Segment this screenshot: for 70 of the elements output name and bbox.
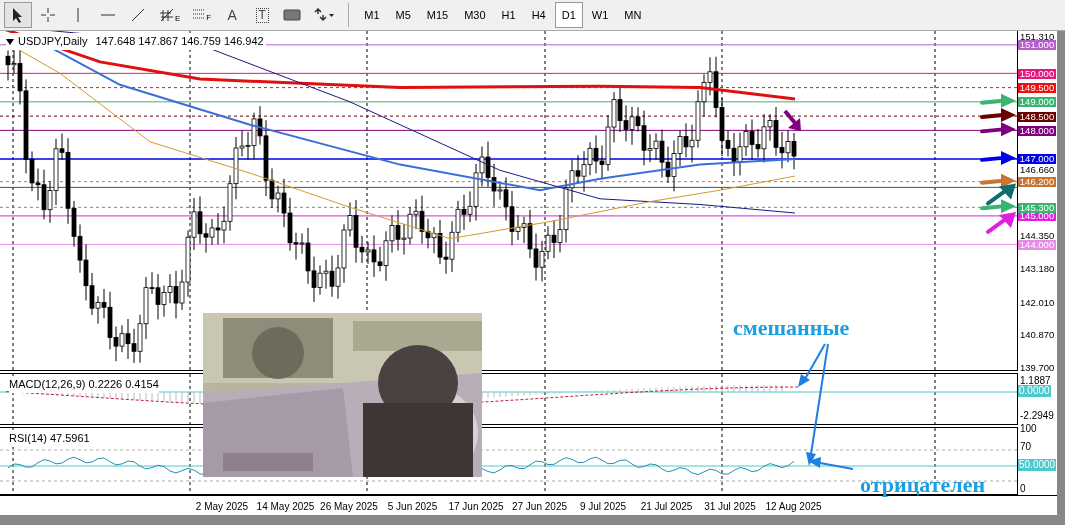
price-label: 150.000 bbox=[1018, 68, 1056, 79]
price-label: 146.200 bbox=[1018, 177, 1056, 188]
timeframe-button[interactable]: MN bbox=[617, 2, 649, 29]
axis-value: 70 bbox=[1020, 441, 1032, 454]
vertical-line-icon bbox=[76, 7, 80, 24]
timeframe-button[interactable]: M1 bbox=[357, 2, 387, 29]
tool-button[interactable]: F bbox=[187, 2, 217, 29]
date-label: 17 Jun 2025 bbox=[448, 500, 504, 515]
tool-button[interactable]: T bbox=[248, 2, 277, 29]
price-label: 149.500 bbox=[1018, 83, 1056, 94]
axis-value: 1.1887 bbox=[1020, 375, 1051, 387]
date-label: 27 Jun 2025 bbox=[511, 500, 568, 515]
price-label: 145.300 bbox=[1018, 202, 1056, 213]
zero-label: 0.0000 bbox=[1018, 385, 1051, 398]
timeframe-button[interactable]: D1 bbox=[554, 2, 583, 29]
tool-letter: E bbox=[175, 15, 181, 24]
tool-button[interactable]: A bbox=[218, 2, 247, 29]
price-tick: 144.350 bbox=[1020, 230, 1055, 240]
ohlc-values: 147.648 147.867 146.759 146.942 bbox=[95, 34, 264, 50]
annotation-text: отрицателен bbox=[860, 471, 986, 499]
tool-button[interactable] bbox=[4, 2, 32, 29]
trendline-icon bbox=[130, 7, 146, 24]
price-label: 148.000 bbox=[1018, 125, 1056, 136]
axis-value: 0 bbox=[1020, 483, 1026, 496]
date-label: 2 May 2025 bbox=[195, 500, 249, 515]
date-label: 12 Aug 2025 bbox=[765, 500, 822, 515]
price-tick: 151.310 bbox=[1020, 32, 1055, 42]
axis-value: -2.2949 bbox=[1020, 410, 1054, 423]
chart-title: USDJPY,Daily bbox=[18, 34, 88, 50]
price-tick: 142.010 bbox=[1020, 297, 1055, 307]
text-tool-glyph: A bbox=[227, 5, 237, 25]
axis-value: 100 bbox=[1020, 423, 1037, 436]
date-label: 21 Jul 2025 bbox=[640, 500, 693, 515]
timeframe-button[interactable]: H1 bbox=[494, 2, 523, 29]
price-tick: 143.180 bbox=[1020, 264, 1055, 274]
price-tick: 140.870 bbox=[1020, 330, 1055, 340]
price-label: 148.500 bbox=[1018, 111, 1056, 122]
dropdown-icon[interactable] bbox=[6, 38, 14, 45]
price-label: 149.000 bbox=[1018, 97, 1056, 108]
label-tool-glyph: T bbox=[255, 7, 269, 23]
tool-button[interactable]: E bbox=[154, 2, 186, 29]
indicator-label: MACD(12,26,9) 0.2226 0.4154 bbox=[9, 376, 159, 393]
fibonacci-icon bbox=[159, 7, 175, 24]
price-label: 151.000 bbox=[1018, 40, 1056, 51]
date-label: 5 Jun 2025 bbox=[387, 500, 438, 515]
price-label: 147.000 bbox=[1018, 154, 1056, 165]
arrows-icon bbox=[313, 8, 336, 23]
timeframe-button[interactable]: M5 bbox=[388, 2, 418, 29]
arrow-icon bbox=[783, 110, 801, 132]
date-label: 31 Jul 2025 bbox=[704, 500, 756, 515]
level-label: 50.0000 bbox=[1018, 459, 1057, 472]
timeframe-button[interactable]: H4 bbox=[524, 2, 553, 29]
crosshair-icon bbox=[40, 7, 56, 24]
annotation-text: смешанные bbox=[733, 314, 850, 342]
date-label: 9 Jul 2025 bbox=[579, 500, 627, 515]
price-tick: 139.700 bbox=[1020, 363, 1055, 373]
timeframe-button[interactable]: M30 bbox=[457, 2, 493, 29]
date-label: 26 May 2025 bbox=[320, 500, 378, 515]
horizontal-line-icon bbox=[100, 13, 116, 18]
timeframe-button[interactable]: W1 bbox=[584, 2, 616, 29]
horizontal-scrollbar[interactable] bbox=[0, 515, 1065, 525]
date-label: 14 May 2025 bbox=[256, 500, 315, 515]
price-tick: 146.660 bbox=[1020, 165, 1055, 175]
price-label: 144.000 bbox=[1018, 239, 1056, 250]
vertical-scrollbar[interactable] bbox=[1057, 31, 1065, 516]
tool-letter: F bbox=[206, 14, 212, 23]
cursor-icon bbox=[11, 7, 25, 24]
timeframe-button[interactable]: M15 bbox=[419, 2, 456, 29]
indicator-label: RSI(14) 47.5961 bbox=[9, 430, 90, 447]
rectangle-icon bbox=[283, 9, 302, 22]
